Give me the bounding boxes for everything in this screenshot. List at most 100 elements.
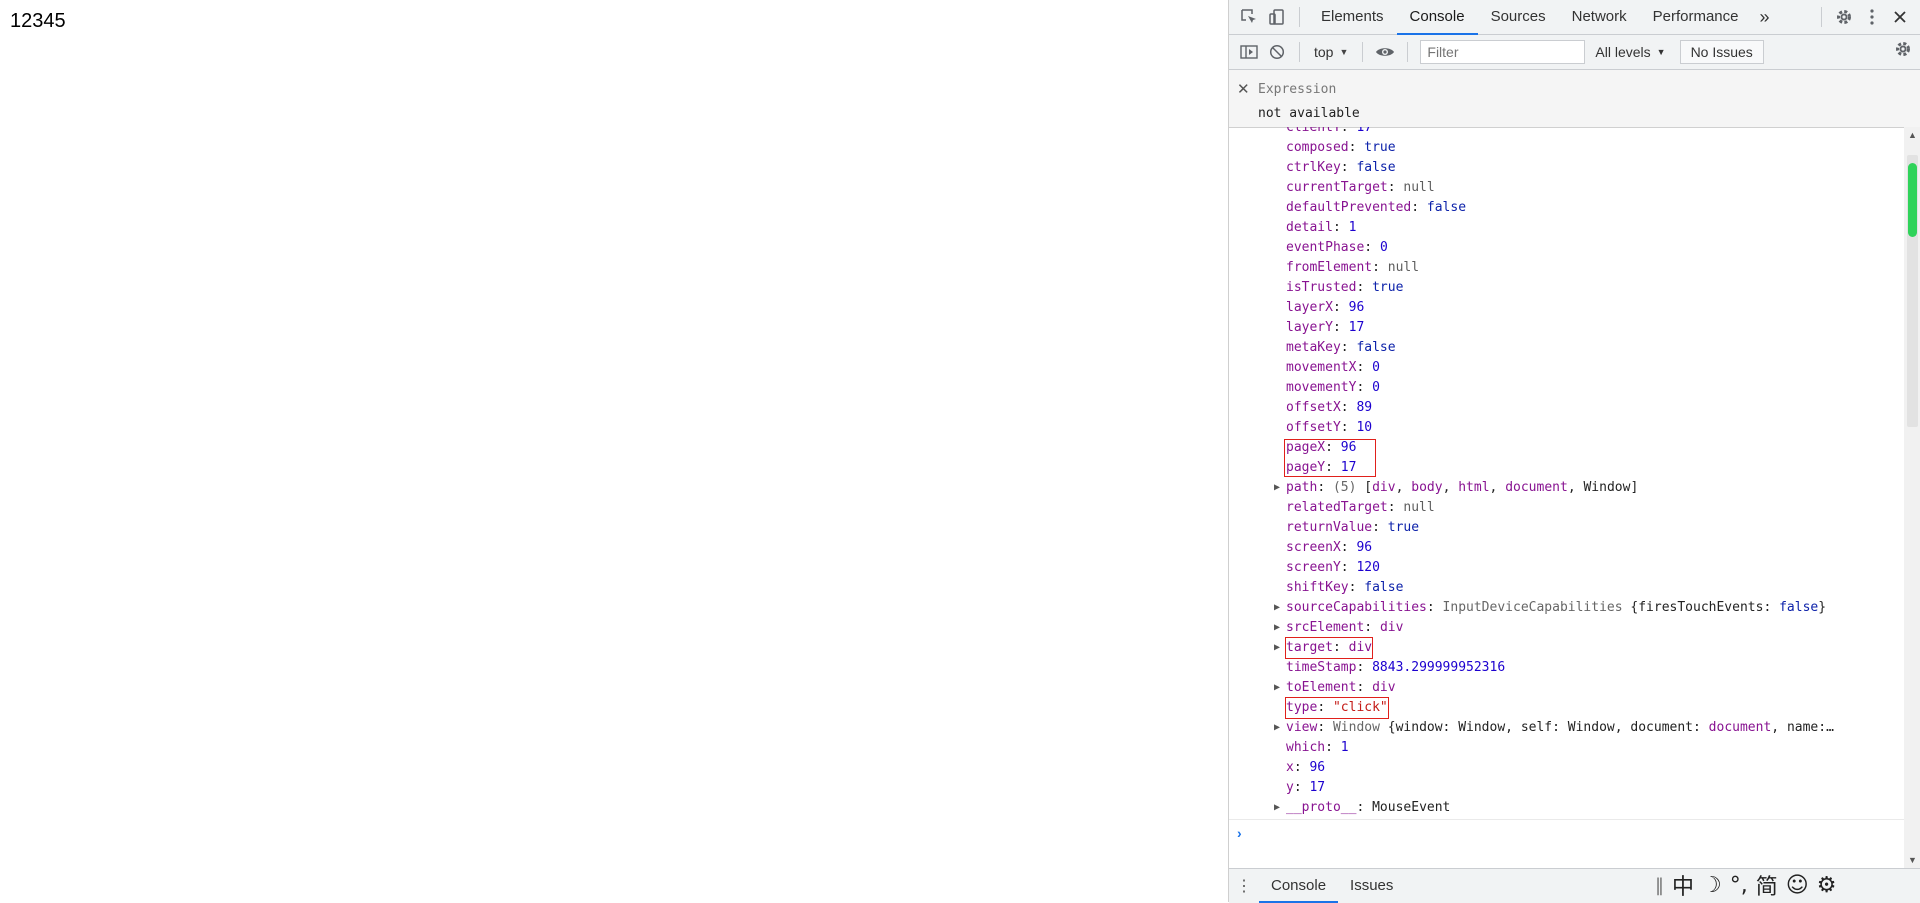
drawer-tab-issues[interactable]: Issues xyxy=(1338,869,1405,903)
property-value: null xyxy=(1403,500,1435,515)
property-content: srcElement: div xyxy=(1286,618,1403,638)
drawer-tab-console[interactable]: Console xyxy=(1259,869,1339,903)
property-key: view xyxy=(1286,720,1318,735)
tab-sources[interactable]: Sources xyxy=(1478,0,1559,34)
property-key: metaKey xyxy=(1286,340,1341,355)
tab-network[interactable]: Network xyxy=(1559,0,1640,34)
property-content: layerY: 17 xyxy=(1286,318,1364,338)
separator: : xyxy=(1372,260,1388,275)
live-expression: ✕ Expression not available xyxy=(1229,70,1920,128)
close-icon[interactable] xyxy=(1886,3,1914,31)
settings-gear-icon[interactable] xyxy=(1830,3,1858,31)
expand-triangle-icon[interactable]: ▶ xyxy=(1274,638,1280,658)
device-toolbar-icon[interactable] xyxy=(1263,3,1291,31)
separator: : xyxy=(1317,720,1333,735)
ime-moon-icon[interactable]: ☽ xyxy=(1702,873,1722,898)
inspect-element-icon[interactable] xyxy=(1235,3,1263,31)
property-content: y: 17 xyxy=(1286,778,1325,798)
property-key: currentTarget xyxy=(1286,180,1388,195)
remove-expression-icon[interactable]: ✕ xyxy=(1237,80,1250,98)
property-content: __proto__: MouseEvent xyxy=(1286,798,1450,817)
object-key: {firesTouchEvents: xyxy=(1630,600,1780,615)
separator: : xyxy=(1387,500,1404,515)
ime-handle-icon[interactable]: ‖ xyxy=(1655,875,1664,896)
property-key: y xyxy=(1286,780,1294,795)
divider xyxy=(1299,42,1300,62)
separator: : xyxy=(1332,640,1349,655)
filter-input[interactable] xyxy=(1420,40,1586,64)
more-options-icon[interactable] xyxy=(1858,3,1886,31)
separator: : xyxy=(1340,340,1357,355)
property-key: timeStamp xyxy=(1286,660,1357,675)
context-selector[interactable]: top ▼ xyxy=(1308,44,1354,60)
property-content: x: 96 xyxy=(1286,758,1325,778)
console-output: clientY: 17 composed: true ctrlKey: false c… xyxy=(1229,127,1904,817)
property-content: timeStamp: 8843.299999952316 xyxy=(1286,658,1505,678)
page-text[interactable]: 12345 xyxy=(10,10,66,33)
property-value: 17 xyxy=(1348,320,1365,335)
property-content: defaultPrevented: false xyxy=(1286,198,1466,218)
separator: : xyxy=(1332,220,1349,235)
bracket: } xyxy=(1818,600,1827,615)
expand-triangle-icon[interactable]: ▶ xyxy=(1274,478,1280,498)
devtools-panel: Elements Console Sources Network Perform… xyxy=(1228,0,1920,903)
divider xyxy=(1299,7,1300,27)
separator: : xyxy=(1356,660,1373,675)
property-key: screenY xyxy=(1286,560,1341,575)
clear-console-icon[interactable] xyxy=(1263,38,1291,66)
property-key: screenX xyxy=(1286,540,1341,555)
expression-label[interactable]: Expression xyxy=(1258,82,1336,97)
live-expression-eye-icon[interactable] xyxy=(1371,38,1399,66)
property-key: isTrusted xyxy=(1286,280,1357,295)
separator: : xyxy=(1356,280,1373,295)
ime-simplified-mode[interactable]: 简 xyxy=(1756,869,1778,901)
property-value: null xyxy=(1387,260,1420,275)
tab-elements[interactable]: Elements xyxy=(1308,0,1397,34)
more-tabs-icon[interactable]: » xyxy=(1752,0,1778,34)
separator: : xyxy=(1340,540,1357,555)
console-scrollbar[interactable]: ▲ ▼ xyxy=(1904,127,1920,868)
expand-triangle-icon[interactable]: ▶ xyxy=(1274,598,1280,618)
separator: : xyxy=(1364,240,1380,255)
property-value: true xyxy=(1364,140,1396,155)
property-value: true xyxy=(1372,280,1404,295)
property-value: 89 xyxy=(1356,400,1373,415)
property-content: fromElement: null xyxy=(1286,258,1419,278)
separator: : xyxy=(1411,200,1427,215)
log-levels-dropdown[interactable]: All levels ▼ xyxy=(1595,44,1665,60)
scrollbar-thumb[interactable] xyxy=(1908,163,1917,237)
drawer-menu-icon[interactable]: ⋮ xyxy=(1229,876,1259,896)
property-value: 0 xyxy=(1372,360,1380,375)
ime-chinese-mode[interactable]: 中 xyxy=(1672,869,1694,901)
separator: , xyxy=(1489,480,1506,495)
property-key: offsetX xyxy=(1286,400,1341,415)
object-preview: {window: Window, self: Window, document: xyxy=(1387,720,1709,735)
expand-triangle-icon[interactable]: ▶ xyxy=(1274,618,1280,638)
ime-punctuation-icon[interactable]: °, xyxy=(1730,873,1748,898)
property-value: 1 xyxy=(1348,220,1357,235)
ime-emoji-icon[interactable]: ☺ xyxy=(1786,873,1809,898)
property-content: ctrlKey: false xyxy=(1286,158,1396,178)
property-key: layerY xyxy=(1286,320,1333,335)
separator: , xyxy=(1567,480,1584,495)
console-prompt-row[interactable]: › xyxy=(1229,819,1904,850)
expand-triangle-icon[interactable]: ▶ xyxy=(1274,718,1280,738)
property-key: ctrlKey xyxy=(1286,160,1341,175)
property-key: movementY xyxy=(1286,380,1357,395)
console-settings-icon[interactable] xyxy=(1894,40,1912,61)
property-key: returnValue xyxy=(1286,520,1373,535)
separator: : xyxy=(1340,560,1357,575)
dropdown-triangle-icon: ▼ xyxy=(1339,47,1349,57)
property-value: div xyxy=(1379,620,1404,635)
expand-triangle-icon[interactable]: ▶ xyxy=(1274,678,1280,698)
ime-settings-icon[interactable]: ⚙ xyxy=(1817,873,1837,898)
bracket: [ xyxy=(1364,480,1373,495)
scroll-down-arrow-icon[interactable]: ▼ xyxy=(1908,855,1917,865)
tab-console[interactable]: Console xyxy=(1396,0,1478,35)
show-sidebar-icon[interactable] xyxy=(1235,38,1263,66)
issues-button[interactable]: No Issues xyxy=(1679,40,1764,64)
tab-performance[interactable]: Performance xyxy=(1640,0,1752,34)
expand-triangle-icon[interactable]: ▶ xyxy=(1274,798,1280,817)
object-class: Window xyxy=(1332,720,1388,735)
scroll-up-arrow-icon[interactable]: ▲ xyxy=(1908,130,1917,140)
